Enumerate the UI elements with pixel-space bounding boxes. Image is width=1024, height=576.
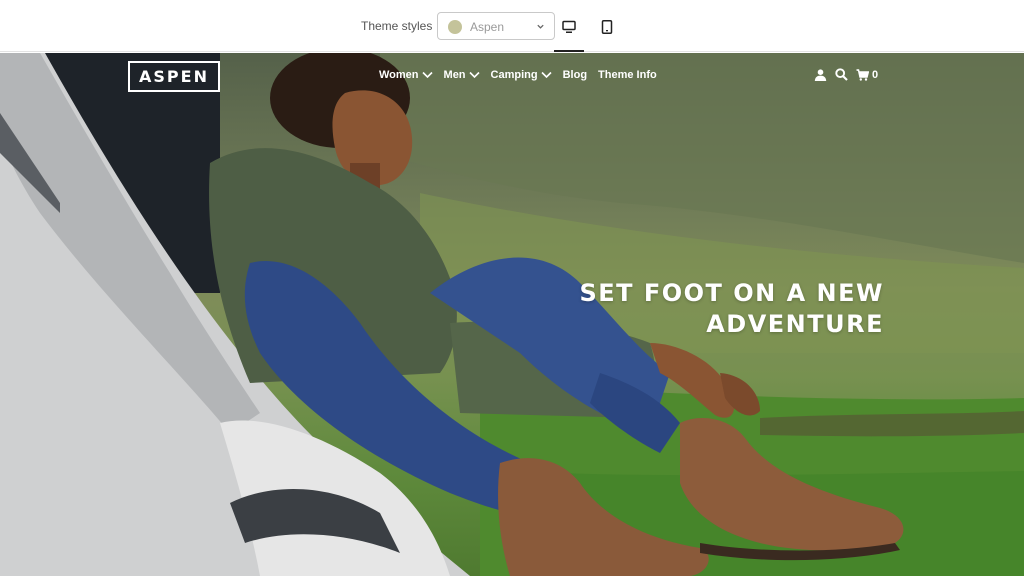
nav-item-blog[interactable]: Blog bbox=[563, 69, 587, 81]
desktop-preview-button[interactable] bbox=[554, 16, 584, 52]
theme-style-value: Aspen bbox=[470, 20, 505, 34]
nav-item-label: Theme Info bbox=[598, 69, 657, 81]
style-color-swatch bbox=[448, 20, 462, 34]
desktop-icon bbox=[562, 20, 576, 33]
theme-style-select[interactable]: Aspen bbox=[437, 12, 555, 40]
search-button[interactable] bbox=[835, 68, 848, 81]
nav-item-label: Men bbox=[443, 69, 466, 81]
cart-count: 0 bbox=[872, 68, 879, 81]
headline-line-1: SET FOOT ON A NEW bbox=[579, 279, 884, 307]
main-nav: Women Men Camping Blog Theme Info bbox=[379, 69, 668, 81]
mobile-icon bbox=[601, 20, 613, 34]
nav-item-men[interactable]: Men bbox=[444, 69, 480, 81]
cart-icon bbox=[856, 68, 869, 81]
nav-item-women[interactable]: Women bbox=[379, 69, 433, 81]
chevron-down-icon bbox=[468, 71, 480, 79]
hero-headline: SET FOOT ON A NEW ADVENTURE bbox=[579, 278, 884, 340]
chevron-down-icon bbox=[541, 71, 552, 79]
store-logo[interactable]: ASPEN bbox=[128, 61, 220, 92]
nav-item-camping[interactable]: Camping bbox=[491, 69, 552, 81]
nav-item-theme-info[interactable]: Theme Info bbox=[598, 69, 657, 81]
cart-button[interactable]: 0 bbox=[856, 69, 878, 81]
account-button[interactable] bbox=[814, 68, 827, 81]
nav-item-label: Blog bbox=[562, 69, 588, 81]
nav-item-label: Camping bbox=[490, 69, 538, 81]
chevron-down-icon bbox=[537, 24, 544, 29]
theme-styles-label: Theme styles bbox=[361, 19, 433, 33]
hero-banner: ASPEN Women Men Camping Blog Theme Info bbox=[0, 53, 1024, 576]
header-icons: 0 bbox=[814, 68, 886, 81]
search-icon bbox=[835, 68, 848, 81]
account-icon bbox=[814, 68, 827, 81]
mobile-preview-button[interactable] bbox=[592, 16, 622, 52]
nav-item-label: Women bbox=[379, 69, 419, 81]
chevron-down-icon bbox=[421, 71, 433, 79]
headline-line-2: ADVENTURE bbox=[706, 310, 884, 338]
theme-toolbar: Theme styles Aspen bbox=[0, 0, 1024, 52]
